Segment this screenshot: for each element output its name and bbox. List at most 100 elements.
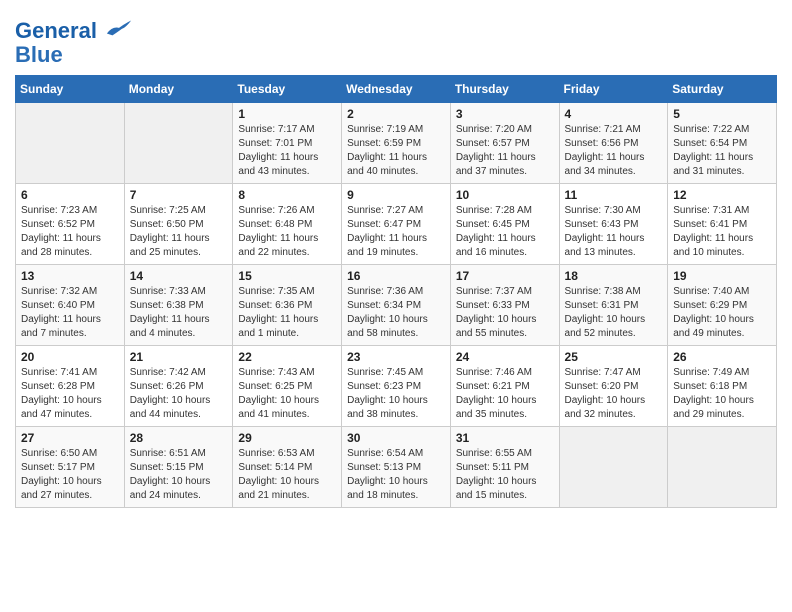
calendar-day-header: Tuesday — [233, 76, 342, 103]
day-number: 10 — [456, 188, 554, 202]
logo-text: General — [15, 16, 133, 43]
calendar-cell — [668, 427, 777, 508]
day-number: 8 — [238, 188, 336, 202]
day-number: 14 — [130, 269, 228, 283]
day-number: 26 — [673, 350, 771, 364]
calendar-cell: 22 Sunrise: 7:43 AM Sunset: 6:25 PM Dayli… — [233, 346, 342, 427]
calendar-cell: 18Sunrise: 7:38 AM Sunset: 6:31 PM Dayli… — [559, 265, 668, 346]
day-info: Sunrise: 7:47 AM Sunset: 6:20 PM Dayligh… — [565, 367, 646, 420]
day-number: 22 — [238, 350, 336, 364]
day-info: Sunrise: 7:23 AM Sunset: 6:52 PM Dayligh… — [21, 205, 101, 258]
calendar-cell: 8 Sunrise: 7:26 AM Sunset: 6:48 PM Daylig… — [233, 184, 342, 265]
calendar-week-row: 1Sunrise: 7:17 AM Sunset: 7:01 PM Daylig… — [16, 103, 777, 184]
day-number: 24 — [456, 350, 554, 364]
calendar-cell: 20 Sunrise: 7:41 AM Sunset: 6:28 PM Dayli… — [16, 346, 125, 427]
day-info: Sunrise: 6:50 AM Sunset: 5:17 PM Dayligh… — [21, 448, 102, 501]
calendar-day-header: Thursday — [450, 76, 559, 103]
calendar-week-row: 27 Sunrise: 6:50 AM Sunset: 5:17 PM Dayli… — [16, 427, 777, 508]
day-info: Sunrise: 7:21 AM Sunset: 6:56 PM Dayligh… — [565, 124, 645, 177]
calendar-cell: 2 Sunrise: 7:19 AM Sunset: 6:59 PM Daylig… — [342, 103, 451, 184]
day-info: Sunrise: 7:37 AM Sunset: 6:33 PM Dayligh… — [456, 286, 537, 339]
day-info: Sunrise: 7:49 AM Sunset: 6:18 PM Dayligh… — [673, 367, 754, 420]
calendar-cell: 3 Sunrise: 7:20 AM Sunset: 6:57 PM Daylig… — [450, 103, 559, 184]
calendar-day-header: Saturday — [668, 76, 777, 103]
day-number: 27 — [21, 431, 119, 445]
calendar-day-header: Sunday — [16, 76, 125, 103]
day-number: 4 — [565, 107, 663, 121]
day-info: Sunrise: 7:27 AM Sunset: 6:47 PM Dayligh… — [347, 205, 427, 258]
day-number: 21 — [130, 350, 228, 364]
day-info: Sunrise: 7:19 AM Sunset: 6:59 PM Dayligh… — [347, 124, 427, 177]
day-number: 13 — [21, 269, 119, 283]
calendar-cell: 17 Sunrise: 7:37 AM Sunset: 6:33 PM Dayli… — [450, 265, 559, 346]
day-number: 20 — [21, 350, 119, 364]
calendar-cell: 28Sunrise: 6:51 AM Sunset: 5:15 PM Dayli… — [124, 427, 233, 508]
day-info: Sunrise: 6:53 AM Sunset: 5:14 PM Dayligh… — [238, 448, 319, 501]
day-number: 19 — [673, 269, 771, 283]
day-number: 30 — [347, 431, 445, 445]
calendar-cell: 13 Sunrise: 7:32 AM Sunset: 6:40 PM Dayli… — [16, 265, 125, 346]
day-number: 23 — [347, 350, 445, 364]
calendar-day-header: Friday — [559, 76, 668, 103]
calendar-cell: 7 Sunrise: 7:25 AM Sunset: 6:50 PM Daylig… — [124, 184, 233, 265]
day-number: 29 — [238, 431, 336, 445]
day-number: 1 — [238, 107, 336, 121]
calendar-cell: 31Sunrise: 6:55 AM Sunset: 5:11 PM Dayli… — [450, 427, 559, 508]
day-info: Sunrise: 7:30 AM Sunset: 6:43 PM Dayligh… — [565, 205, 645, 258]
calendar-cell: 4 Sunrise: 7:21 AM Sunset: 6:56 PM Daylig… — [559, 103, 668, 184]
day-info: Sunrise: 7:25 AM Sunset: 6:50 PM Dayligh… — [130, 205, 210, 258]
day-info: Sunrise: 7:40 AM Sunset: 6:29 PM Dayligh… — [673, 286, 754, 339]
day-number: 16 — [347, 269, 445, 283]
day-info: Sunrise: 7:32 AM Sunset: 6:40 PM Dayligh… — [21, 286, 101, 339]
calendar-cell: 19 Sunrise: 7:40 AM Sunset: 6:29 PM Dayli… — [668, 265, 777, 346]
calendar-week-row: 13 Sunrise: 7:32 AM Sunset: 6:40 PM Dayli… — [16, 265, 777, 346]
calendar-cell — [559, 427, 668, 508]
day-number: 7 — [130, 188, 228, 202]
calendar-cell: 12 Sunrise: 7:31 AM Sunset: 6:41 PM Dayli… — [668, 184, 777, 265]
calendar-header-row: SundayMondayTuesdayWednesdayThursdayFrid… — [16, 76, 777, 103]
calendar-day-header: Wednesday — [342, 76, 451, 103]
calendar-cell: 9 Sunrise: 7:27 AM Sunset: 6:47 PM Daylig… — [342, 184, 451, 265]
day-info: Sunrise: 7:38 AM Sunset: 6:31 PM Dayligh… — [565, 286, 646, 339]
calendar-cell: 10 Sunrise: 7:28 AM Sunset: 6:45 PM Dayli… — [450, 184, 559, 265]
calendar-cell — [16, 103, 125, 184]
calendar-cell — [124, 103, 233, 184]
day-number: 5 — [673, 107, 771, 121]
calendar-cell: 26 Sunrise: 7:49 AM Sunset: 6:18 PM Dayli… — [668, 346, 777, 427]
day-info: Sunrise: 7:35 AM Sunset: 6:36 PM Dayligh… — [238, 286, 318, 339]
calendar-cell: 24Sunrise: 7:46 AM Sunset: 6:21 PM Dayli… — [450, 346, 559, 427]
day-info: Sunrise: 7:28 AM Sunset: 6:45 PM Dayligh… — [456, 205, 536, 258]
day-number: 28 — [130, 431, 228, 445]
logo-bird-icon — [105, 16, 133, 38]
day-number: 15 — [238, 269, 336, 283]
page-header: General Blue — [15, 10, 777, 67]
day-info: Sunrise: 7:31 AM Sunset: 6:41 PM Dayligh… — [673, 205, 753, 258]
day-info: Sunrise: 7:26 AM Sunset: 6:48 PM Dayligh… — [238, 205, 318, 258]
calendar-cell: 23Sunrise: 7:45 AM Sunset: 6:23 PM Dayli… — [342, 346, 451, 427]
calendar-cell: 16Sunrise: 7:36 AM Sunset: 6:34 PM Dayli… — [342, 265, 451, 346]
day-number: 9 — [347, 188, 445, 202]
day-info: Sunrise: 7:42 AM Sunset: 6:26 PM Dayligh… — [130, 367, 211, 420]
calendar-cell: 30Sunrise: 6:54 AM Sunset: 5:13 PM Dayli… — [342, 427, 451, 508]
day-info: Sunrise: 7:43 AM Sunset: 6:25 PM Dayligh… — [238, 367, 319, 420]
day-number: 12 — [673, 188, 771, 202]
calendar-day-header: Monday — [124, 76, 233, 103]
calendar-table: SundayMondayTuesdayWednesdayThursdayFrid… — [15, 75, 777, 508]
calendar-cell: 15 Sunrise: 7:35 AM Sunset: 6:36 PM Dayli… — [233, 265, 342, 346]
calendar-cell: 27 Sunrise: 6:50 AM Sunset: 5:17 PM Dayli… — [16, 427, 125, 508]
calendar-week-row: 20 Sunrise: 7:41 AM Sunset: 6:28 PM Dayli… — [16, 346, 777, 427]
day-number: 3 — [456, 107, 554, 121]
calendar-cell: 5Sunrise: 7:22 AM Sunset: 6:54 PM Daylig… — [668, 103, 777, 184]
calendar-cell: 1Sunrise: 7:17 AM Sunset: 7:01 PM Daylig… — [233, 103, 342, 184]
calendar-cell: 14Sunrise: 7:33 AM Sunset: 6:38 PM Dayli… — [124, 265, 233, 346]
day-number: 2 — [347, 107, 445, 121]
day-info: Sunrise: 7:20 AM Sunset: 6:57 PM Dayligh… — [456, 124, 536, 177]
calendar-cell: 29 Sunrise: 6:53 AM Sunset: 5:14 PM Dayli… — [233, 427, 342, 508]
day-number: 25 — [565, 350, 663, 364]
calendar-cell: 11Sunrise: 7:30 AM Sunset: 6:43 PM Dayli… — [559, 184, 668, 265]
day-number: 17 — [456, 269, 554, 283]
logo: General Blue — [15, 16, 133, 67]
calendar-cell: 25 Sunrise: 7:47 AM Sunset: 6:20 PM Dayli… — [559, 346, 668, 427]
day-info: Sunrise: 7:41 AM Sunset: 6:28 PM Dayligh… — [21, 367, 102, 420]
day-info: Sunrise: 6:55 AM Sunset: 5:11 PM Dayligh… — [456, 448, 537, 501]
